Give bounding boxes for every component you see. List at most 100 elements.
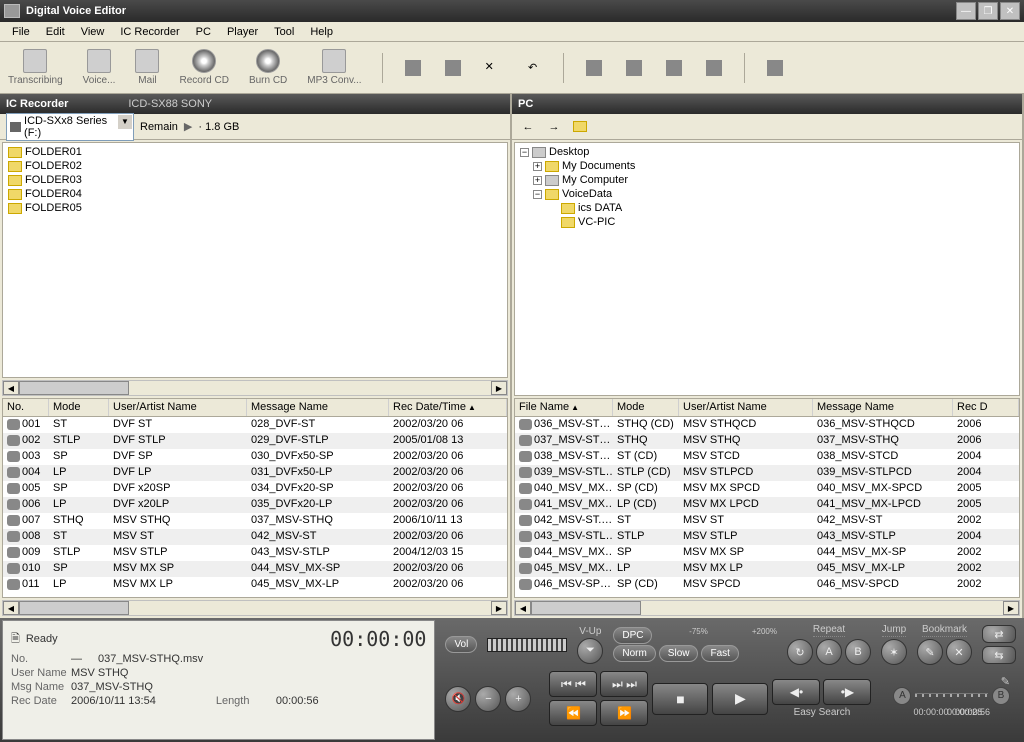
link-toggle-a[interactable]: ⇄ xyxy=(982,625,1016,643)
tool-btn-c[interactable] xyxy=(664,58,684,78)
table-row[interactable]: 011LPMSV MX LP045_MSV_MX-LP2002/03/20 06 xyxy=(3,577,507,593)
col-mode[interactable]: Mode xyxy=(613,399,679,416)
col-filename[interactable]: File Name▲ xyxy=(515,399,613,416)
table-row[interactable]: 001STDVF ST028_DVF-ST2002/03/20 06 xyxy=(3,417,507,433)
col-recdate[interactable]: Rec Date/Time▲ xyxy=(389,399,507,416)
stop-button[interactable]: ■ xyxy=(652,683,708,715)
easy-back[interactable]: ◀• xyxy=(772,679,820,705)
tool-delete[interactable]: ✕ xyxy=(483,58,503,78)
menu-ic-recorder[interactable]: IC Recorder xyxy=(112,24,187,40)
dpc-slow[interactable]: Slow xyxy=(659,645,699,662)
menu-tool[interactable]: Tool xyxy=(266,24,302,40)
nav-forward-button[interactable]: → xyxy=(544,117,564,137)
maximize-button[interactable]: ❐ xyxy=(978,2,998,20)
col-msg[interactable]: Message Name xyxy=(813,399,953,416)
bookmark-add[interactable]: ✎ xyxy=(917,639,943,665)
menu-view[interactable]: View xyxy=(73,24,113,40)
table-row[interactable]: 006LPDVF x20LP035_DVFx20-LP2002/03/20 06 xyxy=(3,497,507,513)
dpc-norm[interactable]: Norm xyxy=(613,645,655,662)
menu-edit[interactable]: Edit xyxy=(38,24,73,40)
tool-btn-a[interactable] xyxy=(584,58,604,78)
rewind[interactable]: ⏪ xyxy=(549,700,597,726)
ic-recorder-header: IC Recorder ICD-SX88 SONY xyxy=(0,94,510,114)
mute-button[interactable]: 🔇 xyxy=(445,686,471,712)
tool-btn-b[interactable] xyxy=(624,58,644,78)
tool-burn-cd[interactable]: Burn CD xyxy=(249,49,287,86)
table-row[interactable]: 044_MSV_MX…SPMSV MX SP044_MSV_MX-SP2002 xyxy=(515,545,1019,561)
tool-btn-d[interactable] xyxy=(704,58,724,78)
table-row[interactable]: 003SPDVF SP030_DVFx50-SP2002/03/20 06 xyxy=(3,449,507,465)
close-button[interactable]: ✕ xyxy=(1000,2,1020,20)
easy-fwd[interactable]: •▶ xyxy=(823,679,871,705)
marker-a[interactable]: A xyxy=(893,687,911,705)
pc-table-body[interactable]: 036_MSV-ST…STHQ (CD)MSV STHQCD036_MSV-ST… xyxy=(515,417,1019,597)
vup-toggle[interactable]: ⏷ xyxy=(577,638,603,664)
col-recdate[interactable]: Rec D xyxy=(953,399,1019,416)
table-row[interactable]: 039_MSV-STL…STLP (CD)MSV STLPCD039_MSV-S… xyxy=(515,465,1019,481)
table-row[interactable]: 009STLPMSV STLP043_MSV-STLP2004/12/03 15 xyxy=(3,545,507,561)
table-row[interactable]: 042_MSV-ST.…STMSV ST042_MSV-ST2002 xyxy=(515,513,1019,529)
tool-new-folder[interactable] xyxy=(403,58,423,78)
tree-hscroll[interactable]: ◀▶ xyxy=(2,380,508,396)
next-track[interactable]: ⏭ ⏭ xyxy=(600,671,648,697)
prev-track[interactable]: ⏮ ⏮ xyxy=(549,671,597,697)
col-msg[interactable]: Message Name xyxy=(247,399,389,416)
expand-icon[interactable]: + xyxy=(533,176,542,185)
tool-transcribing[interactable]: Transcribing xyxy=(8,49,63,86)
table-row[interactable]: 045_MSV_MX…LPMSV MX LP045_MSV_MX-LP2002 xyxy=(515,561,1019,577)
vol-up[interactable]: + xyxy=(505,686,531,712)
playback-timeline[interactable]: A B 00:00:00 00:00:28 00:00:56 xyxy=(893,689,1010,709)
ic-folder-tree[interactable]: FOLDER01 FOLDER02 FOLDER03 FOLDER04 FOLD… xyxy=(2,142,508,378)
bookmark-clear[interactable]: ✕ xyxy=(946,639,972,665)
vol-down[interactable]: − xyxy=(475,686,501,712)
minimize-button[interactable]: — xyxy=(956,2,976,20)
table-row[interactable]: 008STMSV ST042_MSV-ST2002/03/20 06 xyxy=(3,529,507,545)
table-row[interactable]: 005SPDVF x20SP034_DVFx20-SP2002/03/20 06 xyxy=(3,481,507,497)
collapse-icon[interactable]: − xyxy=(520,148,529,157)
marker-b[interactable]: B xyxy=(992,687,1010,705)
col-user[interactable]: User/Artist Name xyxy=(109,399,247,416)
menu-file[interactable]: File xyxy=(4,24,38,40)
repeat-one[interactable]: ↻ xyxy=(787,639,813,665)
jump-button[interactable]: ✶ xyxy=(881,639,907,665)
table-row[interactable]: 037_MSV-ST…STHQMSV STHQ037_MSV-STHQ2006 xyxy=(515,433,1019,449)
tool-undo[interactable]: ↶ xyxy=(523,58,543,78)
repeat-b[interactable]: B xyxy=(845,639,871,665)
col-user[interactable]: User/Artist Name xyxy=(679,399,813,416)
tool-help[interactable] xyxy=(765,58,785,78)
ffwd[interactable]: ⏩ xyxy=(600,700,648,726)
pc-table-hscroll[interactable]: ◀▶ xyxy=(514,600,1020,616)
repeat-a[interactable]: A xyxy=(816,639,842,665)
menu-pc[interactable]: PC xyxy=(188,24,219,40)
ic-table-body[interactable]: 001STDVF ST028_DVF-ST2002/03/20 06002STL… xyxy=(3,417,507,597)
table-row[interactable]: 004LPDVF LP031_DVFx50-LP2002/03/20 06 xyxy=(3,465,507,481)
table-row[interactable]: 036_MSV-ST…STHQ (CD)MSV STHQCD036_MSV-ST… xyxy=(515,417,1019,433)
table-row[interactable]: 002STLPDVF STLP029_DVF-STLP2005/01/08 13 xyxy=(3,433,507,449)
col-mode[interactable]: Mode xyxy=(49,399,109,416)
expand-icon[interactable]: + xyxy=(533,162,542,171)
table-row[interactable]: 038_MSV-ST…ST (CD)MSV STCD038_MSV-STCD20… xyxy=(515,449,1019,465)
table-row[interactable]: 007STHQMSV STHQ037_MSV-STHQ2006/10/11 13 xyxy=(3,513,507,529)
collapse-icon[interactable]: − xyxy=(533,190,542,199)
dpc-fast[interactable]: Fast xyxy=(701,645,738,662)
tool-mail[interactable]: Mail xyxy=(135,49,159,86)
table-row[interactable]: 041_MSV_MX…LP (CD)MSV MX LPCD041_MSV_MX-… xyxy=(515,497,1019,513)
table-row[interactable]: 043_MSV-STL…STLPMSV STLP043_MSV-STLP2004 xyxy=(515,529,1019,545)
tool-mp3-conv[interactable]: MP3 Conv... xyxy=(307,49,361,86)
menu-help[interactable]: Help xyxy=(302,24,341,40)
link-toggle-b[interactable]: ⇆ xyxy=(982,646,1016,664)
device-selector[interactable]: ICD-SXx8 Series (F:) xyxy=(6,113,134,141)
nav-up-button[interactable] xyxy=(570,117,590,137)
menu-player[interactable]: Player xyxy=(219,24,266,40)
col-no[interactable]: No. xyxy=(3,399,49,416)
table-row[interactable]: 040_MSV_MX…SP (CD)MSV MX SPCD040_MSV_MX-… xyxy=(515,481,1019,497)
ic-table-hscroll[interactable]: ◀▶ xyxy=(2,600,508,616)
nav-back-button[interactable]: ← xyxy=(518,117,538,137)
table-row[interactable]: 046_MSV-SP…SP (CD)MSV SPCD046_MSV-SPCD20… xyxy=(515,577,1019,593)
pc-folder-tree[interactable]: −Desktop +My Documents +My Computer −Voi… xyxy=(514,142,1020,396)
play-button[interactable]: ▶ xyxy=(712,683,768,715)
table-row[interactable]: 010SPMSV MX SP044_MSV_MX-SP2002/03/20 06 xyxy=(3,561,507,577)
tool-voice[interactable]: Voice... xyxy=(83,49,116,86)
tool-open[interactable] xyxy=(443,58,463,78)
tool-record-cd[interactable]: Record CD xyxy=(179,49,228,86)
